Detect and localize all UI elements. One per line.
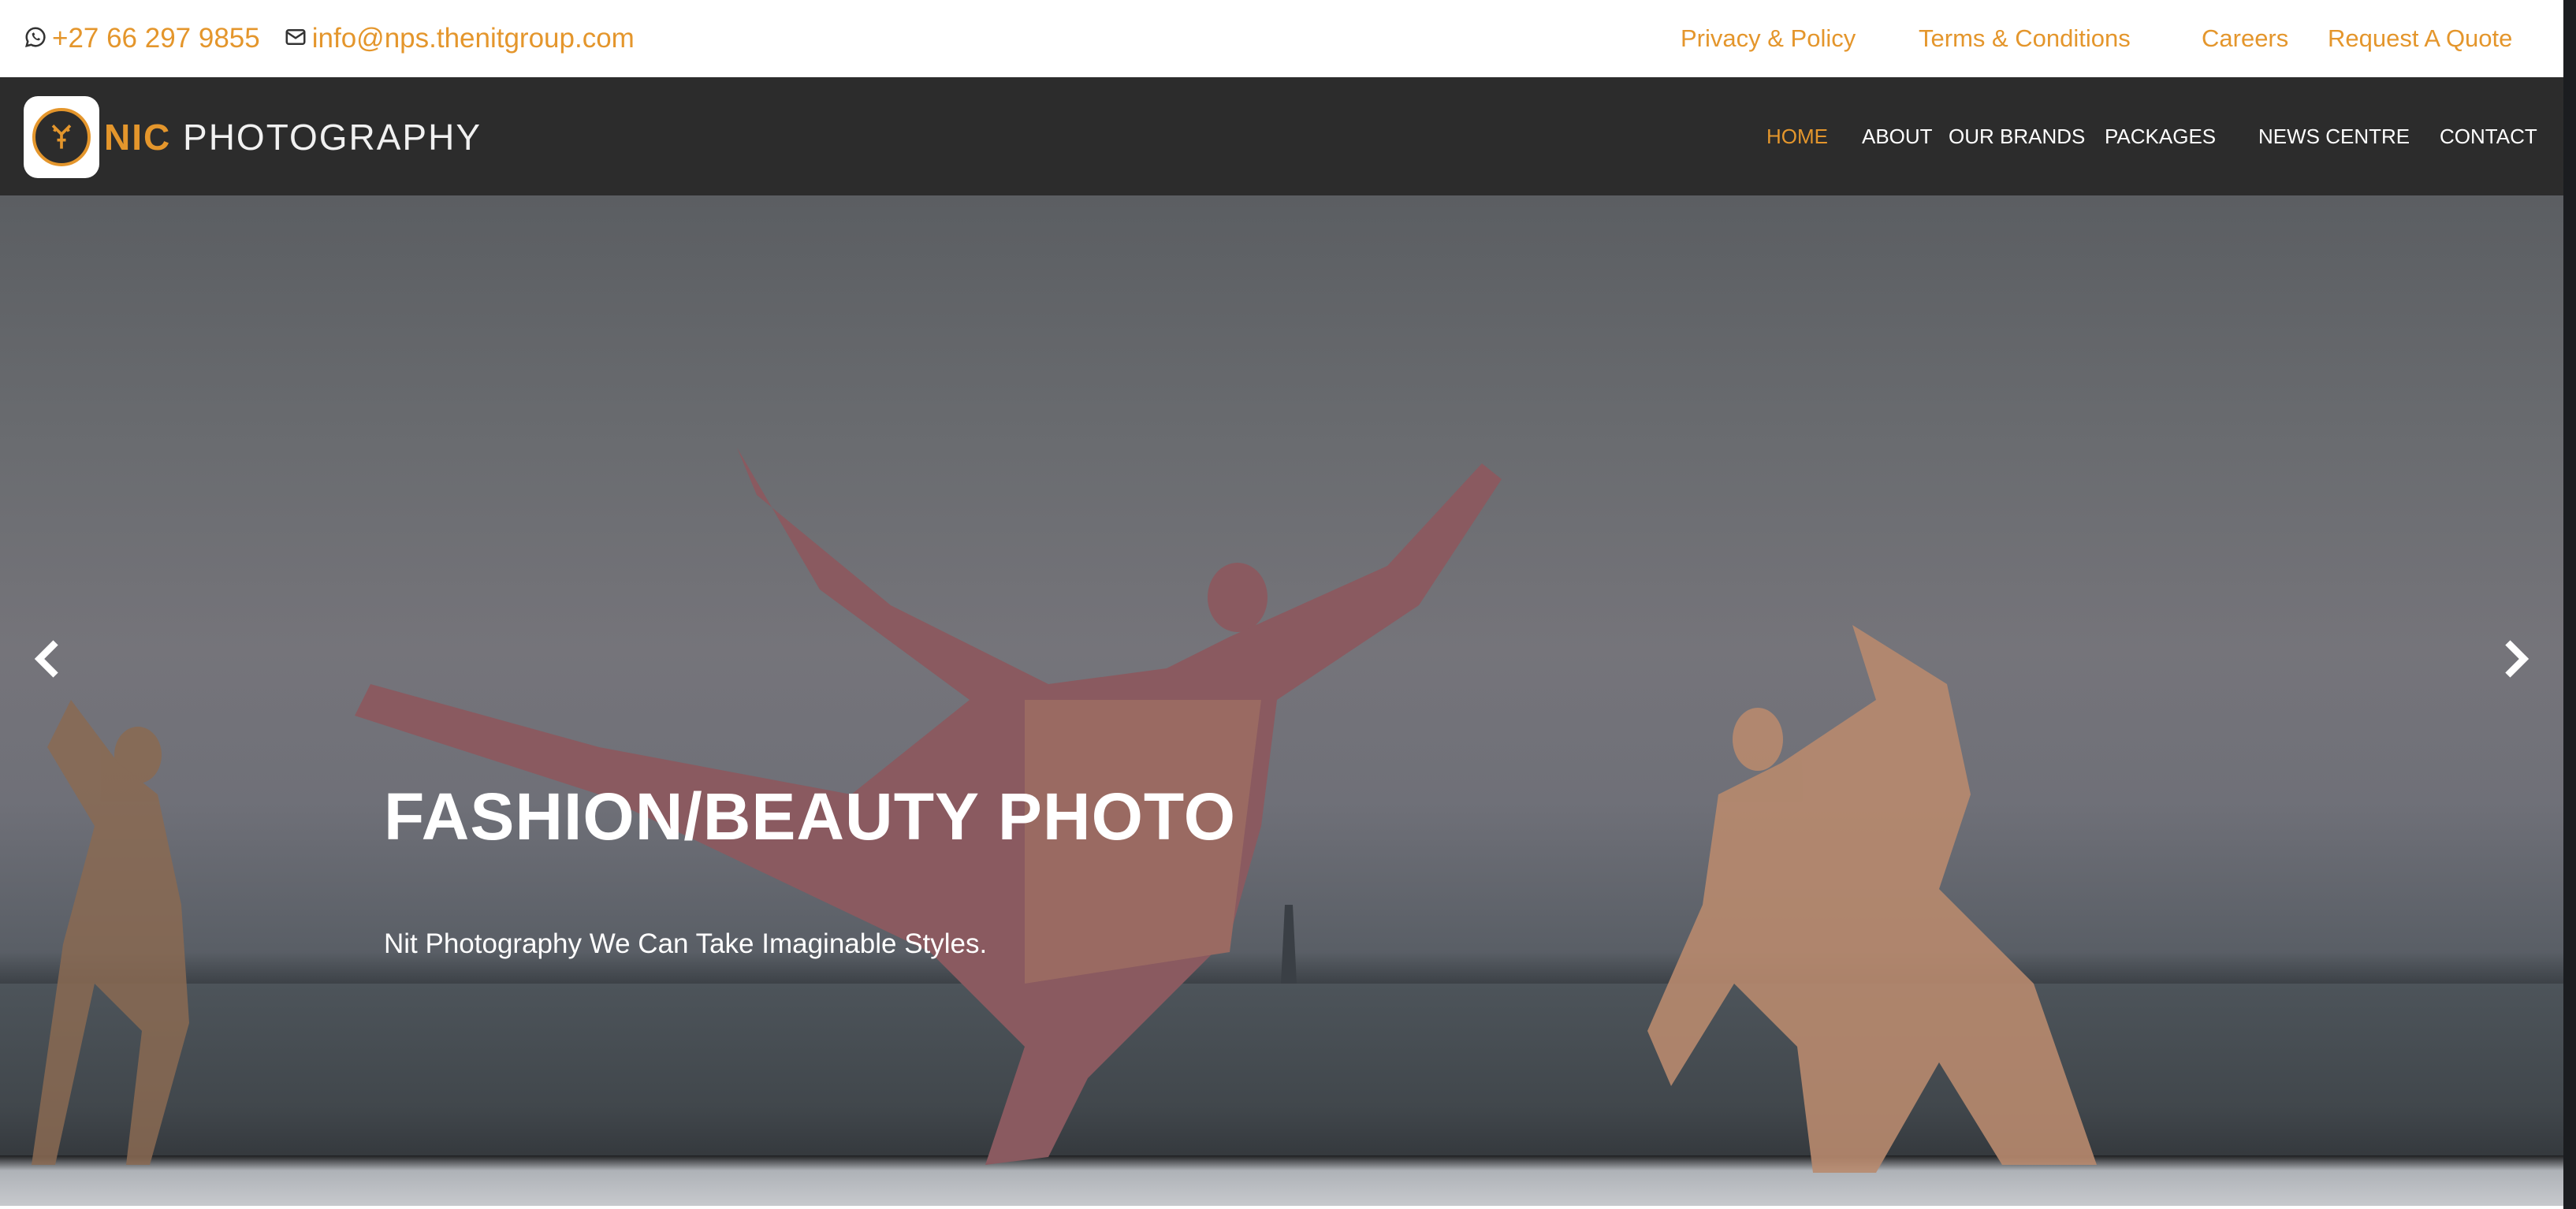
chevron-left-icon (34, 640, 58, 678)
email-address[interactable]: info@nps.thenitgroup.com (312, 23, 635, 54)
careers-link[interactable]: Careers (2202, 24, 2288, 53)
privacy-policy-link[interactable]: Privacy & Policy (1681, 24, 1856, 53)
chevron-right-icon (2505, 640, 2529, 678)
nav-home[interactable]: HOME (1766, 77, 1828, 195)
email-contact[interactable]: info@nps.thenitgroup.com (284, 23, 635, 54)
nav-about[interactable]: ABOUT (1862, 77, 1933, 195)
hero-slider: FASHION/BEAUTY PHOTO Nit Photography We … (0, 195, 2563, 1206)
nav-packages[interactable]: PACKAGES (2105, 77, 2216, 195)
slider-next-button[interactable] (2492, 635, 2540, 683)
slider-prev-button[interactable] (24, 635, 71, 683)
hero-title: FASHION/BEAUTY PHOTO (384, 779, 1237, 854)
whatsapp-icon (24, 25, 52, 53)
contact-info: +27 66 297 9855 info@nps.thenitgroup.com (24, 23, 658, 54)
main-navbar: NIC PHOTOGRAPHY HOME ABOUT OUR BRANDS PA… (0, 77, 2563, 195)
phone-number[interactable]: +27 66 297 9855 (52, 23, 260, 54)
nav-contact[interactable]: CONTACT (2440, 77, 2537, 195)
envelope-icon (284, 25, 312, 53)
hero-subtitle: Nit Photography We Can Take Imaginable S… (384, 928, 988, 959)
logo-wordmark: NIC PHOTOGRAPHY (104, 117, 482, 158)
nav-our-brands[interactable]: OUR BRANDS (1949, 77, 2085, 195)
request-quote-link[interactable]: Request A Quote (2328, 24, 2512, 53)
page-bottom-edge (0, 1206, 2563, 1209)
camera-logo-icon (24, 96, 99, 178)
top-contact-bar: +27 66 297 9855 info@nps.thenitgroup.com… (0, 0, 2563, 77)
phone-contact[interactable]: +27 66 297 9855 (24, 23, 260, 54)
site-logo[interactable]: NIC PHOTOGRAPHY (24, 95, 482, 180)
hero-background-image (32, 448, 2097, 1173)
terms-conditions-link[interactable]: Terms & Conditions (1919, 24, 2131, 53)
adjacent-window-edge (2563, 0, 2576, 1209)
nav-news-centre[interactable]: NEWS CENTRE (2258, 77, 2410, 195)
